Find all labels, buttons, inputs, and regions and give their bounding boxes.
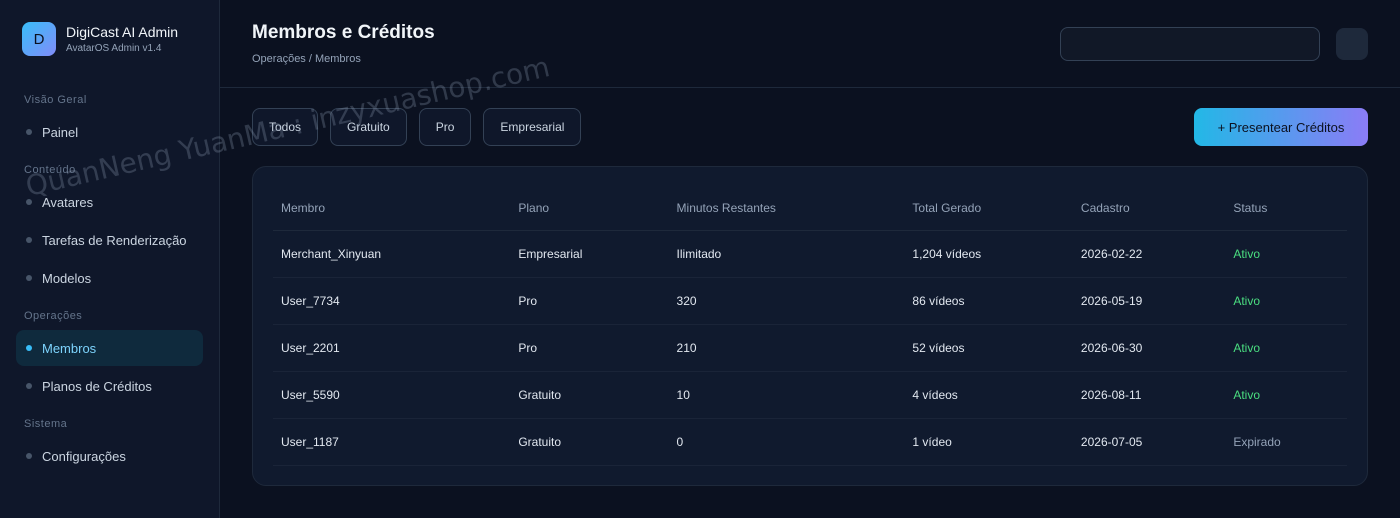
nav-section-label: Operações bbox=[24, 310, 83, 322]
nav-section-visao-geral: Visão Geral Painel bbox=[16, 94, 203, 150]
cell-cadastro: 2026-07-05 bbox=[1072, 418, 1226, 466]
gift-credits-button[interactable]: + Presentear Créditos bbox=[1194, 108, 1368, 146]
members-table-card: Membro Plano Minutos Restantes Total Gerado… bbox=[252, 166, 1368, 486]
column-header-total-gerado[interactable]: Total Gerado bbox=[904, 187, 1073, 231]
cell-plano: Pro bbox=[510, 324, 669, 372]
nav-section-label: Conteúdo bbox=[24, 164, 76, 176]
nav-section-conteudo: Conteúdo Avatares Tarefas de Renderização M… bbox=[16, 164, 203, 296]
cell-cadastro: 2026-02-22 bbox=[1072, 230, 1226, 278]
table-row[interactable]: User_1187 Gratuito 0 1 vídeo 2026-07-05 Expir… bbox=[273, 418, 1347, 466]
sidebar-item-label: Tarefas de Renderização bbox=[42, 232, 187, 248]
filter-empresarial-button[interactable]: Empresarial bbox=[483, 108, 582, 146]
cell-total-gerado: 52 vídeos bbox=[904, 324, 1073, 372]
cell-status: Expirado bbox=[1225, 418, 1347, 466]
sidebar-item-label: Modelos bbox=[42, 270, 92, 286]
column-header-status[interactable]: Status bbox=[1225, 187, 1347, 231]
sidebar-item-label: Membros bbox=[42, 340, 97, 356]
cell-status: Ativo bbox=[1225, 277, 1347, 325]
cell-total-gerado: 1,204 vídeos bbox=[904, 230, 1073, 278]
column-header-minutos-restantes[interactable]: Minutos Restantes bbox=[668, 187, 905, 231]
topbar: Membros e Créditos Operações / Membros bbox=[220, 0, 1400, 88]
sidebar-item-planos-de-creditos[interactable]: Planos de Créditos bbox=[16, 368, 203, 404]
cell-cadastro: 2026-05-19 bbox=[1072, 277, 1226, 325]
cell-status: Ativo bbox=[1225, 324, 1347, 372]
bullet-dot-icon bbox=[26, 129, 32, 135]
table-body: Merchant_Xinyuan Empresarial Ilimitado 1,20… bbox=[273, 230, 1347, 466]
sidebar-item-avatares[interactable]: Avatares bbox=[16, 184, 203, 220]
table-row[interactable]: Merchant_Xinyuan Empresarial Ilimitado 1,20… bbox=[273, 230, 1347, 278]
nav-section-label: Sistema bbox=[24, 418, 68, 430]
cell-membro: User_5590 bbox=[273, 371, 511, 419]
cell-minutos-restantes: Ilimitado bbox=[668, 230, 905, 278]
cell-total-gerado: 4 vídeos bbox=[904, 371, 1073, 419]
app-root: D DigiCast AI Admin AvatarOS Admin v1.4 … bbox=[0, 0, 1400, 518]
brand-subtitle: AvatarOS Admin v1.4 bbox=[66, 42, 162, 54]
cell-membro: Merchant_Xinyuan bbox=[273, 230, 511, 278]
table-header-row: Membro Plano Minutos Restantes Total Gerado… bbox=[273, 187, 1347, 231]
main-content: Membros e Créditos Operações / Membros T… bbox=[220, 0, 1400, 518]
brand: D DigiCast AI Admin AvatarOS Admin v1.4 bbox=[16, 22, 203, 56]
sidebar-item-label: Avatares bbox=[42, 194, 94, 210]
cell-status: Ativo bbox=[1225, 230, 1347, 278]
sidebar-item-membros[interactable]: Membros bbox=[16, 330, 203, 366]
column-header-plano[interactable]: Plano bbox=[510, 187, 669, 231]
cell-cadastro: 2026-06-30 bbox=[1072, 324, 1226, 372]
nav-section-operacoes: Operações Membros Planos de Créditos bbox=[16, 310, 203, 404]
table-row[interactable]: User_5590 Gratuito 10 4 vídeos 2026-08-11 Ati… bbox=[273, 371, 1347, 419]
cell-minutos-restantes: 0 bbox=[668, 418, 905, 466]
sidebar-nav: Visão Geral Painel Conteúdo Avatares Tarefas… bbox=[16, 94, 203, 474]
sidebar-item-painel[interactable]: Painel bbox=[16, 114, 203, 150]
filter-pro-button[interactable]: Pro bbox=[418, 108, 472, 146]
sidebar: D DigiCast AI Admin AvatarOS Admin v1.4 … bbox=[0, 0, 220, 518]
cell-plano: Empresarial bbox=[510, 230, 669, 278]
sidebar-item-modelos[interactable]: Modelos bbox=[16, 260, 203, 296]
bullet-dot-icon bbox=[26, 453, 32, 459]
cell-total-gerado: 86 vídeos bbox=[904, 277, 1073, 325]
cell-total-gerado: 1 vídeo bbox=[904, 418, 1073, 466]
bullet-dot-icon bbox=[26, 345, 32, 351]
brand-logo: D bbox=[22, 22, 56, 56]
bullet-dot-icon bbox=[26, 275, 32, 281]
sidebar-item-configuracoes[interactable]: Configurações bbox=[16, 438, 203, 474]
bullet-dot-icon bbox=[26, 383, 32, 389]
cell-membro: User_2201 bbox=[273, 324, 511, 372]
cell-plano: Gratuito bbox=[510, 371, 669, 419]
bullet-dot-icon bbox=[26, 199, 32, 205]
brand-text: DigiCast AI Admin AvatarOS Admin v1.4 bbox=[66, 23, 178, 56]
search-input[interactable] bbox=[1060, 27, 1320, 61]
brand-title: DigiCast AI Admin bbox=[66, 23, 179, 40]
table-row[interactable]: User_2201 Pro 210 52 vídeos 2026-06-30 Ativo bbox=[273, 324, 1347, 372]
column-header-membro[interactable]: Membro bbox=[273, 187, 511, 231]
filter-todos-button[interactable]: Todos bbox=[252, 108, 319, 146]
toolbar: Todos Gratuito Pro Empresarial + Presentear… bbox=[220, 88, 1400, 166]
cell-plano: Pro bbox=[510, 277, 669, 325]
nav-section-sistema: Sistema Configurações bbox=[16, 418, 203, 474]
cell-status: Ativo bbox=[1225, 371, 1347, 419]
table-row[interactable]: User_7734 Pro 320 86 vídeos 2026-05-19 Ativo bbox=[273, 277, 1347, 325]
column-header-cadastro[interactable]: Cadastro bbox=[1072, 187, 1226, 231]
cell-minutos-restantes: 210 bbox=[668, 324, 905, 372]
user-menu-button[interactable] bbox=[1336, 28, 1368, 60]
members-table: Membro Plano Minutos Restantes Total Gerado… bbox=[273, 187, 1347, 466]
cell-plano: Gratuito bbox=[510, 418, 669, 466]
sidebar-item-label: Configurações bbox=[42, 448, 126, 464]
cell-membro: User_1187 bbox=[273, 418, 511, 466]
cell-minutos-restantes: 10 bbox=[668, 371, 905, 419]
cell-minutos-restantes: 320 bbox=[668, 277, 905, 325]
bullet-dot-icon bbox=[26, 237, 32, 243]
sidebar-item-label: Painel bbox=[42, 124, 79, 140]
cell-cadastro: 2026-08-11 bbox=[1072, 371, 1226, 419]
filter-gratuito-button[interactable]: Gratuito bbox=[330, 108, 407, 146]
sidebar-item-label: Planos de Créditos bbox=[42, 378, 152, 394]
nav-section-label: Visão Geral bbox=[24, 94, 87, 106]
cell-membro: User_7734 bbox=[273, 277, 511, 325]
sidebar-item-tarefas-de-renderizacao[interactable]: Tarefas de Renderização bbox=[16, 222, 203, 258]
